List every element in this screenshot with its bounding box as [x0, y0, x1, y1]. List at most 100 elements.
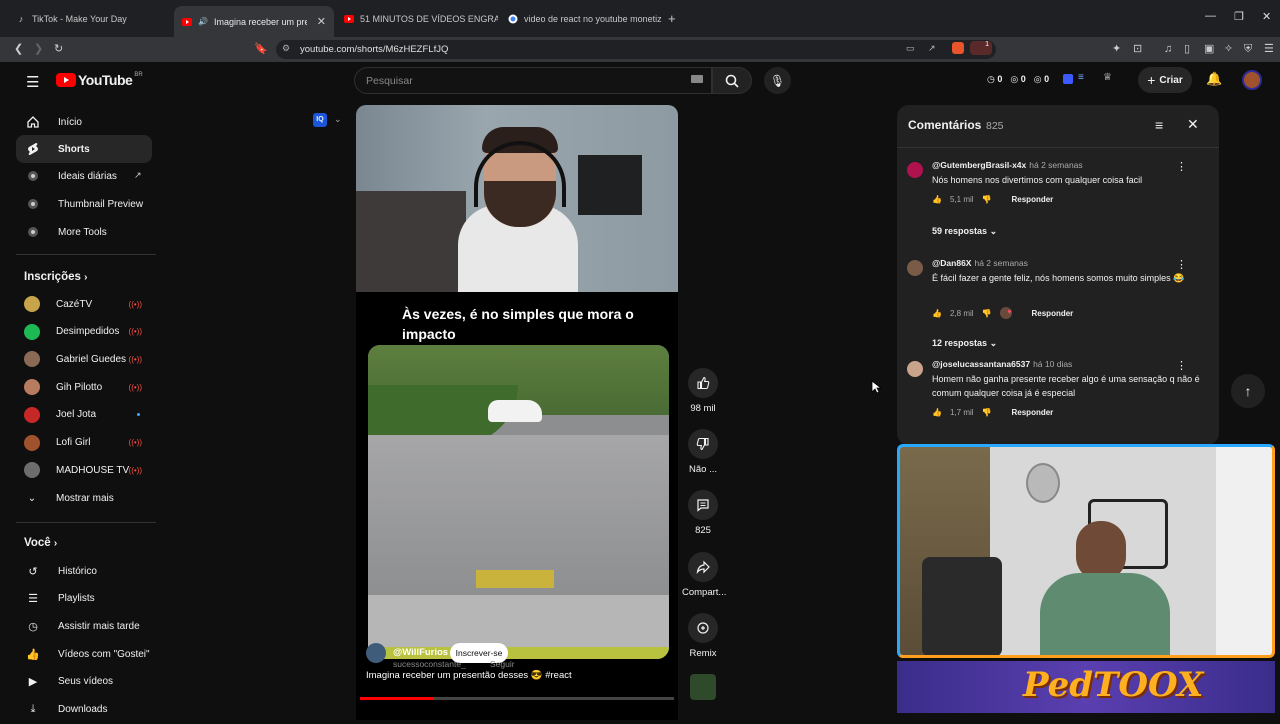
subscription-item[interactable]: Gih Pilotto ((•)) — [24, 375, 152, 399]
site-info-icon[interactable]: ⚙ — [282, 43, 290, 54]
cast-icon[interactable]: ▭ — [906, 43, 915, 54]
overlay-channel: sucessoconstante_ — [393, 659, 466, 669]
browser-tab[interactable]: 51 MINUTOS DE VÍDEOS ENGRAÇA — [336, 6, 498, 32]
sidebar-item-clock[interactable]: ◷ Assistir mais tarde — [16, 612, 152, 640]
chair — [922, 557, 1002, 655]
share-button[interactable]: Compart... — [682, 552, 726, 598]
short-video-player[interactable]: Às vezes, é no simples que mora o impact… — [356, 105, 678, 720]
like-icon[interactable]: 👍 — [932, 408, 942, 417]
like-button[interactable]: 98 mil — [682, 368, 724, 414]
music-icon[interactable]: ♫ — [1164, 42, 1172, 56]
subscription-item[interactable]: Gabriel Guedes ((•)) — [24, 347, 152, 371]
wallet-icon[interactable]: ▣ — [1204, 42, 1214, 56]
chevron-down-icon: ⌄ — [27, 492, 37, 504]
address-bar[interactable]: ⚙ youtube.com/shorts/M6zHEZFLfJQ ▭ ↗ 1 — [276, 40, 996, 59]
notifications-icon[interactable]: 🔔 — [1206, 71, 1222, 87]
sidebar-item-video[interactable]: ▶ Seus vídeos — [16, 668, 152, 696]
reply-button[interactable]: Responder — [1012, 408, 1054, 417]
streamer-logo: PedTOOX — [1023, 665, 1204, 705]
dislike-icon[interactable]: 👎 — [982, 408, 992, 417]
back-icon[interactable]: ❮ — [14, 42, 23, 56]
voice-search-button[interactable]: 🎙 — [764, 67, 791, 94]
subscriptions-heading[interactable]: Inscrições › — [24, 271, 87, 283]
like-icon[interactable]: 👍 — [932, 309, 942, 318]
comment-author[interactable]: @GutembergBrasil-x4x há 2 semanas — [932, 160, 1083, 170]
subscription-item[interactable]: Lofi Girl ((•)) — [24, 431, 152, 455]
hamburger-menu-icon[interactable]: ☰ — [26, 73, 39, 91]
more-options-icon[interactable]: ⋮ — [1176, 359, 1187, 372]
comment-avatar[interactable] — [907, 260, 923, 276]
subscription-item[interactable]: CazéTV ((•)) — [24, 292, 152, 316]
sidebar-icon[interactable]: ▯ — [1184, 42, 1190, 56]
sidebar-item-shorts[interactable]: Shorts — [16, 135, 152, 163]
comment-author[interactable]: @Dan86X há 2 semanas — [932, 258, 1028, 268]
sidebar-item-download[interactable]: ⤓ Downloads — [16, 696, 152, 724]
close-window-icon[interactable]: ✕ — [1262, 10, 1271, 23]
vidiq-icon[interactable] — [1063, 74, 1073, 84]
subscription-item[interactable]: Joel Jota — [24, 403, 152, 427]
youtube-logo[interactable]: YouTube BR — [56, 72, 143, 88]
new-tab-button[interactable]: + — [668, 11, 676, 26]
brave-shield-icon[interactable] — [952, 42, 964, 54]
reload-icon[interactable]: ↻ — [54, 42, 63, 56]
browser-tab[interactable]: ♪ TikTok - Make Your Day — [8, 6, 172, 32]
sidebar-item-label: Vídeos com "Gostei" — [58, 648, 150, 660]
vidiq-badge-icon[interactable]: IQ — [313, 113, 327, 127]
view-replies-button[interactable]: 12 respostas ⌄ — [932, 338, 997, 349]
reply-button[interactable]: Responder — [1032, 309, 1074, 318]
sidebar-item-ideais-diarias[interactable]: Ideais diárias ↗ — [16, 162, 152, 190]
avatar[interactable] — [1242, 70, 1262, 90]
browser-tab[interactable]: video de react no youtube monetiza — [500, 6, 662, 32]
translate-icon[interactable]: ⊡ — [1133, 42, 1142, 56]
sidebar-item-playlist[interactable]: ☰ Playlists — [16, 585, 152, 613]
maximize-icon[interactable]: ❐ — [1234, 10, 1244, 23]
search-button[interactable] — [712, 67, 752, 94]
create-button[interactable]: + Criar — [1138, 67, 1192, 93]
browser-tab-active[interactable]: 🔊 Imagina receber um presente ✕ — [174, 6, 334, 37]
comment-avatar[interactable] — [907, 361, 923, 377]
vpn-icon[interactable]: ⛨ — [1244, 42, 1252, 56]
menu-icon[interactable]: ☰ — [1264, 42, 1274, 56]
chevron-down-icon[interactable]: ⌄ — [334, 114, 342, 125]
audio-thumbnail[interactable] — [690, 674, 716, 700]
extensions-icon[interactable]: ✦ — [1112, 42, 1121, 56]
dislike-button[interactable]: Não ... — [682, 429, 724, 475]
sidebar-item-thumbnail-preview[interactable]: Thumbnail Preview — [16, 190, 152, 218]
previous-short-button[interactable]: ↑ — [1231, 374, 1265, 408]
sidebar-item-home[interactable]: Início — [16, 108, 152, 136]
comment-author[interactable]: @joselucassantana6537 há 10 dias — [932, 359, 1072, 369]
forward-icon[interactable]: ❯ — [34, 42, 43, 56]
subscription-item[interactable]: MADHOUSE TV ((•)) — [24, 458, 152, 482]
comment-avatar[interactable] — [907, 162, 923, 178]
close-tab-icon[interactable]: ✕ — [317, 15, 326, 28]
sort-icon[interactable]: ≡ — [1155, 117, 1163, 133]
close-icon[interactable]: ✕ — [1187, 116, 1199, 133]
keyboard-icon[interactable] — [691, 75, 703, 83]
reply-button[interactable]: Responder — [1012, 195, 1054, 204]
you-heading[interactable]: Você › — [24, 537, 57, 549]
share-page-icon[interactable]: ↗ — [928, 43, 936, 54]
view-replies-button[interactable]: 59 respostas ⌄ — [932, 226, 997, 237]
dislike-icon[interactable]: 👎 — [982, 309, 992, 318]
sidebar-item-like[interactable]: 👍 Vídeos com "Gostei" — [16, 640, 152, 668]
arrow-up-icon: ↑ — [1244, 383, 1252, 399]
minimize-icon[interactable]: — — [1205, 10, 1216, 22]
sidebar-item-history[interactable]: ↺ Histórico — [16, 557, 152, 585]
remix-button[interactable]: Remix — [682, 613, 724, 659]
ai-icon[interactable]: ✧ — [1224, 42, 1233, 56]
extension-badge[interactable]: 1 — [970, 41, 992, 55]
channel-avatar[interactable] — [366, 643, 386, 663]
show-more-button[interactable]: ⌄ Mostrar mais — [24, 486, 152, 510]
like-icon[interactable]: 👍 — [932, 195, 942, 204]
subscription-item[interactable]: Desimpedidos ((•)) — [24, 320, 152, 344]
comments-button[interactable]: 825 — [682, 490, 724, 536]
bookmark-icon[interactable]: 🔖 — [254, 42, 268, 56]
sidebar-item-more-tools[interactable]: More Tools — [16, 218, 152, 246]
trophy-icon[interactable]: ♕ — [1103, 72, 1112, 83]
search-input[interactable]: Pesquisar — [354, 67, 712, 94]
stats-icon[interactable]: ≡ — [1078, 72, 1084, 83]
channel-name[interactable]: @WillFurios — [393, 647, 448, 658]
more-options-icon[interactable]: ⋮ — [1176, 160, 1187, 173]
more-options-icon[interactable]: ⋮ — [1176, 258, 1187, 271]
dislike-icon[interactable]: 👎 — [982, 195, 992, 204]
